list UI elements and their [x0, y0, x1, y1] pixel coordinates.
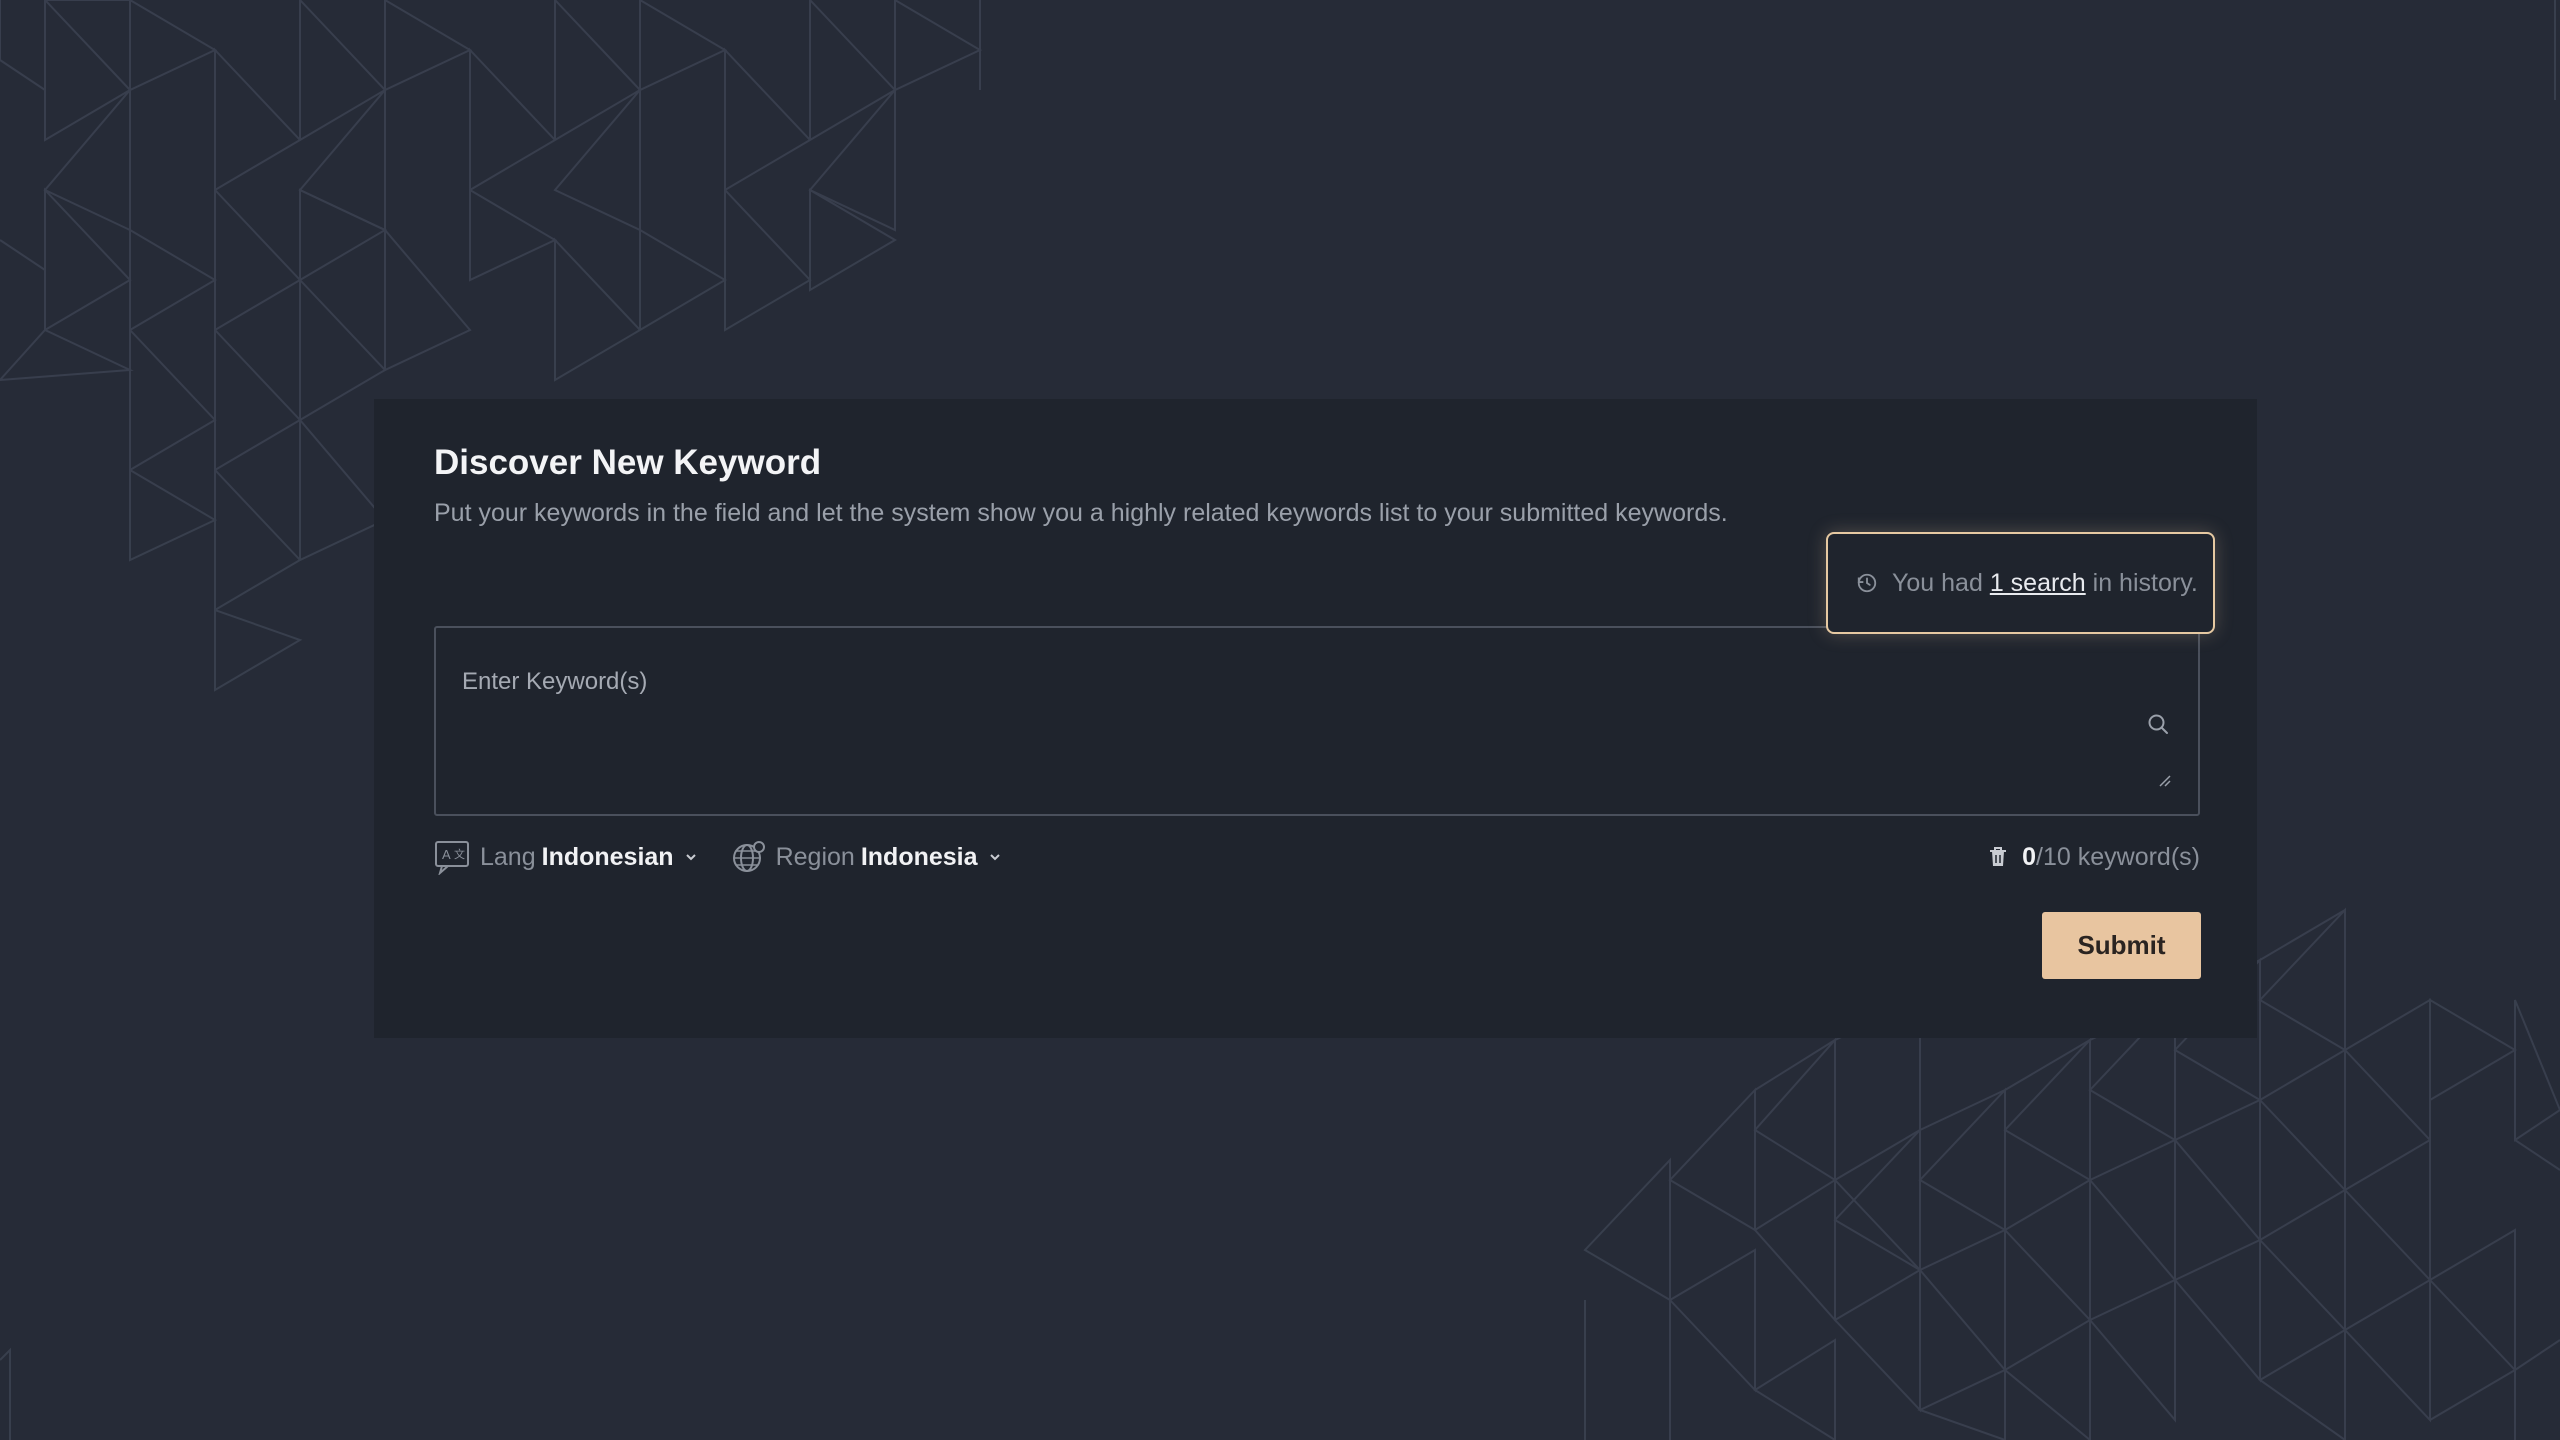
page: Discover New Keyword Put your keywords i…: [0, 0, 2560, 1440]
history-prefix: You had: [1892, 568, 1983, 597]
card-title: Discover New Keyword: [434, 443, 822, 482]
svg-text:文: 文: [454, 847, 465, 861]
keyword-count-suffix: /10 keyword(s): [2036, 842, 2200, 871]
globe-icon: [732, 841, 765, 872]
language-icon: A 文: [435, 841, 469, 875]
region-value: Indonesia: [860, 842, 978, 871]
keyword-counter: 0 /10 keyword(s): [1988, 837, 2200, 877]
history-suffix: in history.: [2092, 568, 2198, 597]
submit-button[interactable]: Submit: [2042, 912, 2201, 979]
resize-handle-icon[interactable]: [2158, 774, 2172, 788]
chevron-down-icon: [989, 854, 1000, 861]
search-options-row: A 文 Lang Indonesian Region Indonesia: [434, 837, 1034, 877]
trash-icon[interactable]: [1988, 846, 2008, 868]
language-selector[interactable]: A 文 Lang Indonesian: [434, 839, 698, 875]
language-value: Indonesian: [541, 842, 674, 871]
card-description: Put your keywords in the field and let t…: [434, 499, 1728, 527]
search-history-notice: You had 1 search in history.: [1826, 532, 2215, 634]
search-icon[interactable]: [2146, 712, 2170, 736]
history-search-link[interactable]: 1 search: [1990, 569, 2086, 598]
language-label: Lang: [480, 842, 536, 871]
keyword-field: [434, 626, 2200, 816]
keyword-count-current: 0: [2022, 842, 2037, 871]
keyword-input[interactable]: [436, 628, 2198, 814]
history-clock-icon: [1857, 573, 1877, 593]
discover-keyword-card: Discover New Keyword Put your keywords i…: [374, 399, 2257, 1038]
chevron-down-icon: [685, 854, 696, 861]
svg-text:A: A: [442, 847, 451, 862]
region-label: Region: [775, 842, 855, 871]
region-selector[interactable]: Region Indonesia: [730, 839, 1002, 875]
